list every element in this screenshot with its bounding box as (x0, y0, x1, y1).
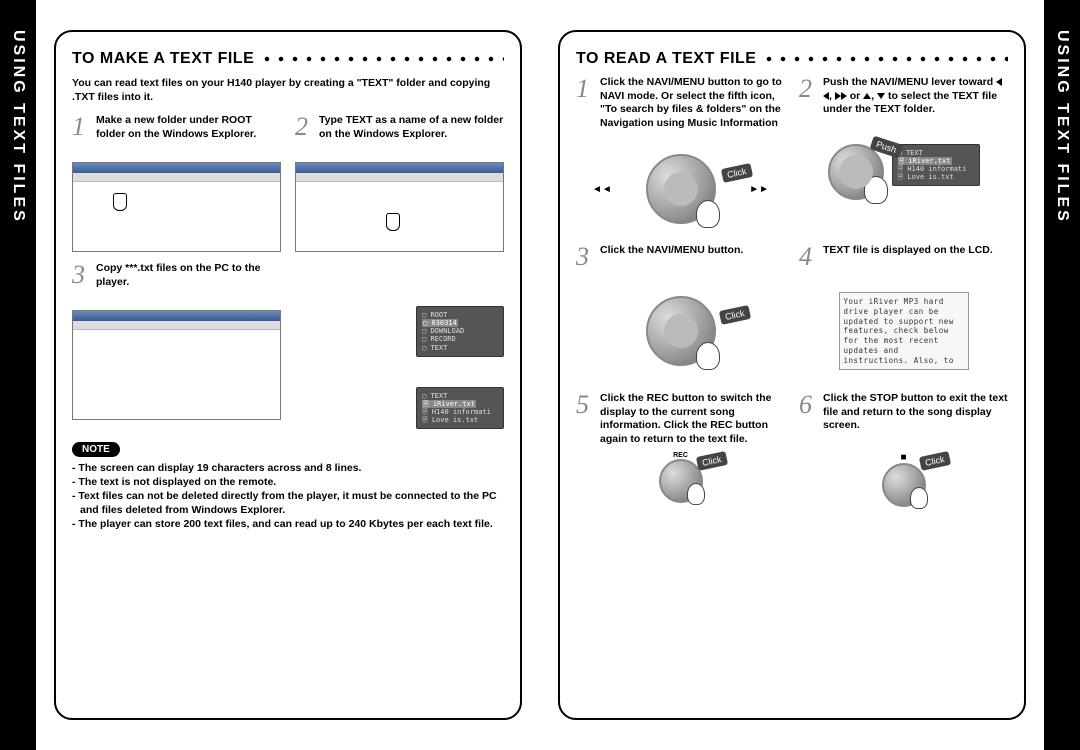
step-text: Click the REC button to switch the displ… (600, 392, 785, 447)
left-page-content: TO MAKE A TEXT FILE You can read text fi… (54, 30, 522, 720)
step-text: Copy ***.txt files on the PC to the play… (96, 262, 281, 289)
right-page-content: TO READ A TEXT FILE 1 Click the NAVI/MEN… (558, 30, 1026, 720)
step-text: Type TEXT as a name of a new folder on t… (319, 114, 504, 141)
right-step-1: 1 Click the NAVI/MENU button to go to NA… (576, 76, 785, 234)
sidebar-label: USING TEXT FILES (1053, 30, 1071, 224)
cursor-icon (386, 213, 400, 231)
prev-icon (823, 92, 829, 100)
left-heading: TO MAKE A TEXT FILE (72, 50, 254, 68)
note-block: NOTE - The screen can display 19 charact… (72, 439, 504, 532)
note-label: NOTE (72, 442, 120, 457)
step-number: 1 (72, 114, 90, 140)
screenshot-explorer-1 (72, 162, 281, 252)
step-text: Click the NAVI/MENU button to go to NAVI… (600, 76, 785, 131)
left-step-3: 3 Copy ***.txt files on the PC to the pl… (72, 262, 281, 428)
step-text: Make a new folder under ROOT folder on t… (96, 114, 281, 141)
sidebar-label: USING TEXT FILES (9, 30, 27, 224)
lcd-text-sample: Your iRiver MP3 hard drive player can be… (839, 292, 969, 370)
sidebar-right: USING TEXT FILES (1044, 0, 1080, 750)
device-lcd-text: ▢ TEXT 🗎 iRiver.txt 🗎 H140 informati 🗎 L… (892, 144, 980, 186)
step-number: 3 (72, 262, 90, 288)
hand-icon (696, 342, 720, 370)
step-number: 4 (799, 244, 817, 270)
navi-knob-figure: Click (576, 292, 785, 370)
step-text: Click the STOP button to exit the text f… (823, 392, 1008, 433)
prev-icon (996, 78, 1002, 86)
right-heading: TO READ A TEXT FILE (576, 50, 756, 68)
heading-dots (260, 56, 504, 62)
step-number: 6 (799, 392, 817, 418)
hand-icon (687, 483, 705, 505)
page-number-left: 26 (10, 731, 21, 742)
left-step-2: 2 Type TEXT as a name of a new folder on… (295, 114, 504, 252)
device-lcd-text: ▢ TEXT 🗎 iRiver.txt 🗎 H140 informati 🗎 L… (416, 387, 504, 429)
hand-icon (696, 200, 720, 228)
right-step-5: 5 Click the REC button to switch the dis… (576, 392, 785, 542)
sidebar-left: USING TEXT FILES (0, 0, 36, 750)
screenshot-explorer-3 (72, 310, 281, 420)
device-lcd-root: ▢ ROOT ▢ 030314 ▢ DOWNLOAD ▢ RECORD ▢ TE… (416, 306, 504, 356)
step-number: 1 (576, 76, 594, 102)
step-number: 3 (576, 244, 594, 270)
left-intro: You can read text files on your H140 pla… (72, 76, 504, 104)
up-icon (863, 93, 871, 99)
right-step-2: 2 Push the NAVI/MENU lever toward , or ,… (799, 76, 1008, 234)
step-number: 2 (295, 114, 313, 140)
down-icon (877, 93, 885, 99)
page-number-right: 27 (1059, 731, 1070, 742)
right-step-6: 6 Click the STOP button to exit the text… (799, 392, 1008, 542)
hand-icon (910, 487, 928, 509)
step-number: 2 (799, 76, 817, 102)
step-text: Push the NAVI/MENU lever toward , or , t… (823, 76, 1008, 117)
heading-dots (762, 56, 1008, 62)
step-number: 5 (576, 392, 594, 418)
right-step-4: 4 TEXT file is displayed on the LCD. You… (799, 244, 1008, 382)
navi-knob-figure: ◄◄ ►► Click (576, 144, 785, 234)
stop-button-figure (882, 463, 926, 507)
step-text: TEXT file is displayed on the LCD. (823, 244, 993, 258)
next-icon (841, 92, 847, 100)
left-step-1: 1 Make a new folder under ROOT folder on… (72, 114, 281, 252)
cursor-icon (113, 193, 127, 211)
left-lcd-column: ▢ ROOT ▢ 030314 ▢ DOWNLOAD ▢ RECORD ▢ TE… (295, 262, 504, 428)
step-text: Click the NAVI/MENU button. (600, 244, 743, 258)
click-tag: Click (718, 305, 750, 325)
hand-icon (864, 176, 888, 204)
screenshot-explorer-2 (295, 162, 504, 252)
note-list: - The screen can display 19 characters a… (72, 461, 504, 532)
rec-button-figure (659, 459, 703, 503)
click-tag: Click (720, 163, 752, 183)
right-step-3: 3 Click the NAVI/MENU button. Click (576, 244, 785, 382)
